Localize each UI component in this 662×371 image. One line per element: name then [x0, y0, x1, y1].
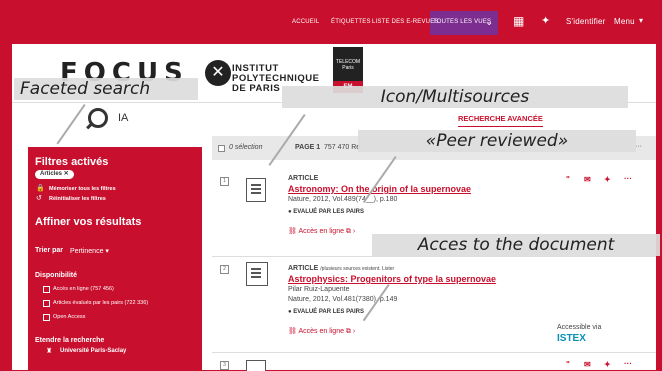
grid-icon[interactable]: ▦: [513, 14, 524, 28]
menu-caret-icon[interactable]: ▾: [639, 16, 643, 25]
annotation-peer-reviewed: «Peer reviewed»: [358, 130, 636, 152]
more-icon[interactable]: ···: [624, 174, 632, 183]
result-number: 1: [220, 177, 229, 186]
selection-count: 0 sélection: [229, 144, 263, 151]
quote-icon[interactable]: ": [566, 360, 570, 369]
annotation-multisources: Icon/Multisources: [282, 86, 628, 108]
option-peer[interactable]: Articles évalués par les pairs (722 336): [53, 300, 148, 306]
multisource-icon: [246, 262, 268, 286]
online-access-link[interactable]: ⛓ Accès en ligne ⧉ ›: [288, 227, 355, 236]
option-online[interactable]: Accès en ligne (757 456): [53, 286, 114, 292]
refine-title: Affiner vos résultats: [35, 216, 142, 228]
telecom-logo: TELECOM Paris: [333, 47, 363, 81]
sort-select[interactable]: Pertinence ▾: [70, 247, 109, 255]
istex-logo[interactable]: ISTEX: [557, 333, 586, 344]
article-icon: [246, 360, 266, 371]
checkbox-open-access[interactable]: [43, 314, 50, 321]
istex-caption: Accessible via: [557, 324, 602, 331]
reset-icon: ↺: [36, 195, 42, 202]
availability-title: Disponibilité: [35, 272, 77, 279]
menu-button[interactable]: Menu: [614, 17, 635, 26]
sort-label: Trier par: [35, 247, 64, 254]
advanced-search-link[interactable]: RECHERCHE AVANCÉE: [458, 114, 543, 127]
nav-home-link[interactable]: ACCUEIL: [292, 19, 319, 25]
page-indicator: PAGE 1: [295, 144, 321, 151]
signin-link[interactable]: S'identifier: [566, 17, 606, 26]
result-divider: [212, 352, 656, 353]
active-filters-title: Filtres activés: [35, 156, 109, 168]
annotation-document-access: Acces to the document: [372, 234, 660, 256]
result-title[interactable]: Astronomy: On the origin of Ia supernova…: [288, 184, 471, 194]
nav-all-views-link[interactable]: TOUTES LES VUES: [433, 19, 491, 25]
filter-chip-articles[interactable]: Articles ✕: [35, 170, 74, 179]
peer-reviewed-badge: ● EVALUÉ PAR LES PAIRS: [288, 209, 364, 215]
article-icon: [246, 178, 266, 202]
checkbox-online[interactable]: [43, 286, 50, 293]
search-input[interactable]: IA: [118, 112, 128, 124]
option-open-access[interactable]: Open Access: [53, 314, 85, 320]
reset-filters-link[interactable]: Réinitialiser les filtres: [49, 196, 106, 202]
lock-icon: 🔒: [36, 185, 45, 192]
email-icon[interactable]: ✉: [584, 175, 591, 184]
result-divider: [212, 256, 656, 257]
result-type: ARTICLE: [288, 175, 319, 182]
chevron-down-icon[interactable]: ⌄: [485, 17, 493, 28]
peer-reviewed-badge: ● EVALUÉ PAR LES PAIRS: [288, 309, 364, 315]
ipp-logo-icon: ✕: [205, 60, 231, 86]
pin-icon[interactable]: ✦: [541, 14, 550, 27]
result-source: Nature, 2012, Vol.489(74__), p.180: [288, 196, 398, 203]
extend-search-title: Etendre la recherche: [35, 337, 105, 344]
results-count: 757 470 Ré: [324, 144, 361, 151]
pin-result-icon[interactable]: ✦: [604, 175, 611, 184]
quote-icon[interactable]: ": [566, 175, 570, 184]
nav-ejournals-link[interactable]: LISTE DES E-REVUES: [372, 19, 439, 25]
result-type: ARTICLE /plusieurs sources existent. Lis…: [288, 265, 395, 272]
result-number: 2: [220, 265, 229, 274]
result-number: 3: [220, 361, 229, 370]
result-title[interactable]: Astrophysics: Progenitors of type Ia sup…: [288, 274, 496, 284]
checkbox-peer[interactable]: [43, 300, 50, 307]
annotation-faceted-search: Faceted search: [14, 78, 198, 100]
pin-result-icon[interactable]: ✦: [604, 360, 611, 369]
nav-tags-link[interactable]: ÉTIQUETTES: [331, 19, 371, 25]
select-all-checkbox[interactable]: [218, 145, 225, 152]
online-access-link[interactable]: ⛓ Accès en ligne ⧉ ›: [288, 327, 355, 336]
more-icon[interactable]: ···: [624, 359, 632, 368]
result-author: Pilar Ruiz-Lapuente: [288, 286, 350, 293]
university-paris-saclay-link[interactable]: Université Paris-Saclay: [60, 348, 126, 354]
email-icon[interactable]: ✉: [584, 360, 591, 369]
toolbar-more-icon[interactable]: ···: [635, 143, 642, 150]
memorize-filters-link[interactable]: Mémoriser tous les filtres: [49, 186, 116, 192]
university-icon: ♜: [46, 348, 53, 355]
